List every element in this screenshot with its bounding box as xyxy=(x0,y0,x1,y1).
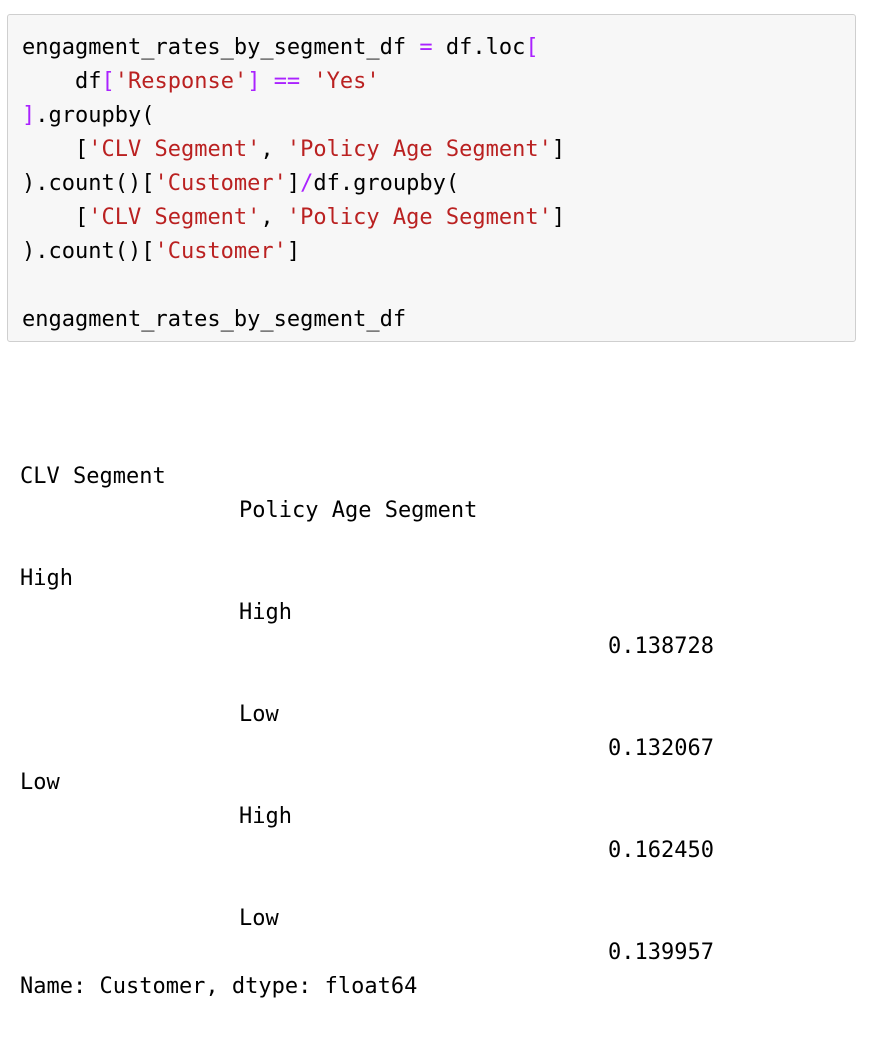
code-line: ].groupby( xyxy=(22,99,565,133)
output-footer-row: Name: Customer, dtype: float64 xyxy=(20,936,417,999)
policy-age-segment-cell: Low xyxy=(239,906,279,931)
rate-value-cell: 0.132067 xyxy=(608,736,714,761)
code-string-token: 'Yes' xyxy=(313,69,380,94)
code-token: ).count()[ xyxy=(22,171,155,196)
code-operator-token: [ xyxy=(525,35,539,60)
code-string-token: 'CLV Segment' xyxy=(88,137,261,162)
code-editor[interactable]: engagment_rates_by_segment_df = df.loc[ … xyxy=(22,31,565,337)
code-string-token: 'Policy Age Segment' xyxy=(286,137,552,162)
code-operator-token: ] xyxy=(22,103,36,128)
code-line: ['CLV Segment', 'Policy Age Segment'] xyxy=(22,201,565,235)
output-row: Low 0.132067 xyxy=(20,630,714,761)
code-operator-token: = xyxy=(419,35,433,60)
code-token: ] xyxy=(286,171,301,196)
code-line: ['CLV Segment', 'Policy Age Segment'] xyxy=(22,133,565,167)
output-row: High High 0.138728 xyxy=(20,528,714,659)
clv-segment-cell: Low xyxy=(20,770,60,795)
code-token: ).count()[ xyxy=(22,239,155,264)
code-token: df.groupby( xyxy=(313,171,460,196)
code-operator-token: ] xyxy=(247,69,274,94)
code-string-token: 'Policy Age Segment' xyxy=(286,205,552,230)
rate-value-cell: 0.162450 xyxy=(608,838,714,863)
code-line: ).count()['Customer']/df.groupby( xyxy=(22,167,565,201)
code-token: , xyxy=(260,205,287,230)
policy-age-segment-cell: High xyxy=(239,804,292,829)
output-header-row: CLV Segment Policy Age Segment xyxy=(20,426,477,523)
column-header-clv-segment: CLV Segment xyxy=(20,464,166,489)
code-line: engagment_rates_by_segment_df xyxy=(22,303,565,337)
column-header-policy-age-segment: Policy Age Segment xyxy=(239,498,478,523)
code-token: df xyxy=(22,69,102,94)
code-line: engagment_rates_by_segment_df = df.loc[ xyxy=(22,31,565,65)
code-string-token: 'Customer' xyxy=(154,171,287,196)
series-info-footer: Name: Customer, dtype: float64 xyxy=(20,974,418,999)
code-string-token: 'Response' xyxy=(114,69,248,94)
code-string-token: 'CLV Segment' xyxy=(88,205,261,230)
code-token: [ xyxy=(22,205,89,230)
policy-age-segment-cell: Low xyxy=(239,702,279,727)
code-token: .groupby( xyxy=(35,103,155,128)
code-string-token: 'Customer' xyxy=(154,239,287,264)
rate-value-cell: 0.138728 xyxy=(608,634,714,659)
code-cell[interactable]: engagment_rates_by_segment_df = df.loc[ … xyxy=(7,14,856,342)
code-token: , xyxy=(260,137,287,162)
code-token: ] xyxy=(551,137,566,162)
code-token: ] xyxy=(286,239,301,264)
code-operator-token: / xyxy=(300,171,314,196)
policy-age-segment-cell: High xyxy=(239,600,292,625)
output-row: Low High 0.162450 xyxy=(20,732,714,863)
code-token: engagment_rates_by_segment_df xyxy=(22,35,420,60)
code-operator-token: == xyxy=(273,69,301,94)
code-line: df['Response'] == 'Yes' xyxy=(22,65,565,99)
rate-value-cell: 0.139957 xyxy=(608,940,714,965)
clv-segment-cell: High xyxy=(20,566,73,591)
code-line: ).count()['Customer'] xyxy=(22,235,565,269)
code-token: df.loc xyxy=(432,35,526,60)
code-token: engagment_rates_by_segment_df xyxy=(22,307,407,332)
output-row: Low 0.139957 xyxy=(20,834,714,965)
code-token: ] xyxy=(551,205,566,230)
code-operator-token: [ xyxy=(101,69,115,94)
output-area: CLV Segment Policy Age Segment High High… xyxy=(20,358,714,1004)
code-token: [ xyxy=(22,137,89,162)
